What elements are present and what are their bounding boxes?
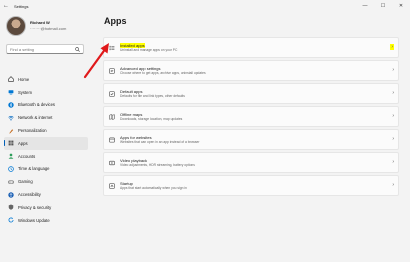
sidebar-item-personalization[interactable]: Personalization (4, 124, 88, 137)
bluetooth-icon (8, 102, 14, 108)
network-icon (8, 115, 14, 121)
chevron-right-icon[interactable]: › (392, 182, 394, 188)
sidebar-item-bluetooth[interactable]: Bluetooth & devices (4, 99, 88, 112)
sidebar-item-time-language[interactable]: Time & language (4, 163, 88, 176)
system-icon (8, 89, 14, 95)
sidebar-item-label: Accounts (18, 153, 36, 159)
profile-email: ········@hotmail.com (30, 26, 67, 31)
card-subtitle: Video adjustments, HDR streaming, batter… (120, 162, 195, 167)
apps-for-websites-card[interactable]: Apps for websites Websites that can open… (103, 129, 399, 150)
installed-apps-card[interactable]: Installed apps Uninstall and manage apps… (103, 37, 399, 58)
startup-card[interactable]: Startup Apps that start automatically wh… (103, 175, 399, 196)
sidebar-item-gaming[interactable]: Gaming (4, 175, 88, 188)
sidebar-item-network[interactable]: Network & internet (4, 111, 88, 124)
chevron-right-icon[interactable]: › (392, 159, 394, 165)
title-bar: ← Settings — ☐ ✕ (0, 0, 410, 12)
card-subtitle: Apps that start automatically when you s… (120, 185, 187, 190)
video-playback-card[interactable]: Video playback Video adjustments, HDR st… (103, 152, 399, 173)
offline-maps-icon (104, 113, 120, 120)
search-placeholder: Find a setting (10, 46, 35, 52)
sidebar: Richard W ········@hotmail.com Find a se… (0, 12, 90, 262)
installed-apps-icon (104, 45, 120, 51)
avatar (6, 16, 26, 36)
advanced-apps-icon (104, 67, 120, 74)
sidebar-item-label: Windows Update (18, 217, 50, 223)
card-title: Installed apps (120, 42, 145, 48)
sidebar-item-label: Apps (18, 140, 28, 146)
sidebar-item-label: System (18, 89, 32, 95)
search-icon[interactable] (75, 46, 80, 52)
search-input[interactable]: Find a setting (6, 44, 84, 54)
chevron-right-icon[interactable]: › (392, 113, 394, 119)
advanced-app-settings-card[interactable]: Advanced app settings Choose where to ge… (103, 60, 399, 81)
sidebar-item-home[interactable]: Home (4, 73, 88, 86)
sidebar-item-label: Bluetooth & devices (18, 102, 56, 108)
apps-icon (8, 140, 14, 146)
card-subtitle: Websites that can open in an app instead… (120, 139, 200, 144)
sidebar-item-system[interactable]: System (4, 86, 88, 99)
sidebar-item-accounts[interactable]: Accounts (4, 150, 88, 163)
sidebar-item-accessibility[interactable]: Accessibility (4, 188, 88, 201)
accounts-icon (8, 153, 14, 159)
chevron-right-icon[interactable]: › (392, 67, 394, 73)
accessibility-icon (8, 191, 14, 198)
video-playback-icon (104, 160, 120, 166)
sidebar-item-label: Home (18, 76, 30, 82)
sidebar-item-label: Time & language (18, 166, 50, 172)
sidebar-item-apps[interactable]: Apps (4, 136, 88, 150)
card-subtitle: Uninstall and manage apps on your PC (120, 47, 178, 52)
card-subtitle: Downloads, storage location, map updates (120, 116, 183, 121)
sidebar-item-windows-update[interactable]: Windows Update (4, 214, 88, 227)
window-title: Settings (14, 3, 29, 9)
apps-settings-list: Installed apps Uninstall and manage apps… (103, 37, 399, 198)
default-apps-icon (104, 90, 120, 97)
close-icon[interactable]: ✕ (392, 0, 410, 12)
home-icon (8, 76, 14, 83)
maximize-icon[interactable]: ☐ (374, 0, 392, 12)
chevron-right-icon[interactable]: › (392, 90, 394, 96)
chevron-right-icon[interactable]: › (390, 44, 394, 50)
minimize-icon[interactable]: — (356, 0, 374, 12)
user-profile[interactable]: Richard W ········@hotmail.com (6, 16, 66, 36)
card-subtitle: Defaults for file and link types, other … (120, 93, 185, 98)
sidebar-nav: Home System Bluetooth & devices Network … (4, 73, 88, 227)
startup-icon (104, 182, 120, 189)
sidebar-item-label: Personalization (18, 128, 47, 134)
sidebar-item-privacy-security[interactable]: Privacy & security (4, 201, 88, 214)
time-icon (8, 166, 14, 172)
sidebar-item-label: Privacy & security (18, 204, 52, 210)
window-controls: — ☐ ✕ (356, 0, 410, 12)
page-title: Apps (104, 16, 127, 26)
chevron-right-icon[interactable]: › (392, 136, 394, 142)
personalization-icon (8, 128, 14, 134)
sidebar-item-label: Network & internet (18, 115, 53, 121)
apps-websites-icon (104, 137, 120, 143)
card-subtitle: Choose where to get apps, archive apps, … (120, 70, 206, 75)
sidebar-item-label: Accessibility (18, 192, 41, 198)
sidebar-item-label: Gaming (18, 179, 33, 185)
update-icon (8, 217, 14, 223)
default-apps-card[interactable]: Default apps Defaults for file and link … (103, 83, 399, 104)
offline-maps-card[interactable]: Offline maps Downloads, storage location… (103, 106, 399, 127)
back-arrow-icon[interactable]: ← (0, 3, 12, 9)
privacy-icon (8, 204, 14, 211)
gaming-icon (8, 179, 14, 185)
